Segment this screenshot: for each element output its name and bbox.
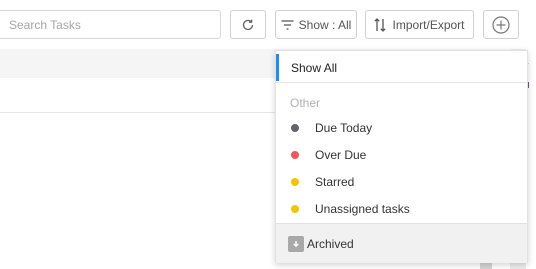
- menu-item-label: Unassigned tasks: [315, 202, 410, 216]
- plus-circle-icon: [492, 15, 510, 34]
- refresh-icon: [242, 19, 254, 30]
- menu-item-label: Over Due: [315, 148, 367, 162]
- menu-item-starred[interactable]: Starred: [276, 171, 527, 193]
- menu-section-heading: Other: [290, 96, 321, 110]
- status-dot-icon: [291, 151, 299, 159]
- search-tasks-input[interactable]: [0, 10, 221, 39]
- status-dot-icon: [291, 124, 299, 132]
- refresh-button[interactable]: [230, 10, 266, 39]
- import-export-button[interactable]: Import/Export: [365, 10, 474, 39]
- menu-item-due-today[interactable]: Due Today: [276, 117, 527, 139]
- show-filter-button[interactable]: Show : All: [275, 10, 357, 39]
- filter-icon: [281, 19, 294, 30]
- menu-item-label: Starred: [315, 175, 355, 189]
- menu-item-unassigned-tasks[interactable]: Unassigned tasks: [276, 198, 527, 220]
- show-filter-dropdown: Show All Other Due Today Over Due Starre…: [275, 50, 528, 263]
- menu-item-label: Show All: [291, 60, 338, 75]
- show-filter-label: Show : All: [298, 17, 352, 32]
- status-dot-icon: [291, 178, 299, 186]
- sort-arrows-icon: [374, 17, 387, 32]
- menu-item-over-due[interactable]: Over Due: [276, 144, 527, 166]
- menu-item-show-all[interactable]: Show All: [276, 54, 527, 81]
- add-task-button[interactable]: [483, 10, 519, 39]
- menu-item-label: Due Today: [315, 121, 373, 135]
- menu-item-archived[interactable]: Archived: [276, 223, 527, 263]
- import-export-label: Import/Export: [392, 17, 465, 32]
- status-dot-icon: [291, 205, 299, 213]
- menu-item-label: Archived: [307, 236, 354, 251]
- menu-divider: [276, 82, 527, 83]
- archive-icon: [288, 235, 304, 252]
